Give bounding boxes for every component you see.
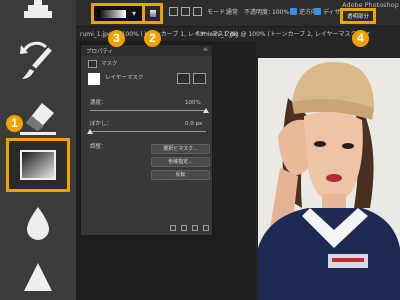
canvas-margin	[212, 41, 256, 300]
tool-palette	[0, 0, 76, 300]
callout-4: 4	[352, 30, 369, 47]
sharpen-tool-icon[interactable]	[6, 250, 70, 300]
layer-mask-label: レイヤーマスク	[105, 75, 144, 81]
load-selection-icon[interactable]	[170, 225, 176, 231]
reflected-gradient-icon[interactable]	[193, 7, 202, 16]
reverse-checkbox[interactable]	[290, 8, 297, 15]
gradient-preview	[98, 10, 126, 18]
feather-slider-handle[interactable]	[87, 129, 93, 134]
angle-gradient-icon[interactable]	[181, 7, 190, 16]
density-slider-track[interactable]	[90, 110, 206, 111]
opacity-label: 不透明度：	[244, 9, 275, 16]
callout-1: 1	[6, 115, 23, 132]
feather-value[interactable]: 0.0 px	[185, 121, 202, 128]
feather-label: ぼかし：	[90, 121, 113, 127]
density-value[interactable]: 100%	[185, 100, 201, 107]
panel-header: プロパティ ≡	[81, 45, 212, 56]
opacity-input[interactable]: 100%	[272, 8, 289, 17]
mask-section-label: マスク	[101, 61, 118, 67]
properties-panel: プロパティ ≡ マスク レイヤーマスク 濃度： 100% ぼかし： 0.0 px…	[80, 44, 213, 236]
transparency-option-button[interactable]: 透明部分	[340, 8, 376, 24]
density-slider-handle[interactable]	[203, 108, 209, 113]
panel-title: プロパティ	[86, 49, 114, 55]
adjust-label: 調整：	[90, 144, 107, 150]
chevron-down-icon: ▾	[132, 9, 137, 18]
tab-document-2[interactable]: fumiami_1.jpg @ 100% (トーンカーブ 2, レイヤーマスク/…	[196, 29, 370, 38]
select-pixel-mask-icon[interactable]	[177, 73, 190, 84]
blur-tool-icon[interactable]	[6, 196, 70, 250]
trash-icon[interactable]	[203, 225, 209, 231]
options-bar: ▾ モード： 通常 不透明度： 100% 逆方向 ディザ Adobe Photo…	[76, 0, 400, 27]
callout-2: 2	[144, 30, 161, 47]
layer-mask-thumbnail	[88, 73, 100, 85]
color-range-button[interactable]: 色域指定...	[151, 157, 210, 167]
density-label: 濃度：	[90, 100, 107, 106]
gradient-picker[interactable]: ▾	[91, 3, 149, 24]
linear-gradient-button[interactable]	[142, 3, 163, 24]
callout-3: 3	[108, 30, 125, 47]
linear-gradient-icon	[150, 10, 156, 17]
radial-gradient-icon[interactable]	[169, 7, 178, 16]
stamp-tool-icon[interactable]	[6, 0, 70, 30]
mask-icon	[88, 60, 97, 68]
portrait-photo	[258, 58, 400, 300]
history-brush-tool-icon[interactable]	[6, 34, 70, 88]
feather-slider-track[interactable]	[90, 131, 206, 132]
dither-label: ディザ	[323, 9, 341, 16]
transparency-label: 透明部分	[346, 14, 369, 20]
dither-checkbox[interactable]	[314, 8, 321, 15]
visibility-icon[interactable]	[192, 225, 198, 231]
panel-menu-icon[interactable]: ≡	[203, 46, 208, 53]
add-vector-mask-icon[interactable]	[193, 73, 206, 84]
apply-mask-icon[interactable]	[181, 225, 187, 231]
invert-button[interactable]: 反転	[151, 170, 210, 180]
gradient-tool-icon[interactable]	[6, 138, 70, 192]
mode-select[interactable]: 通常	[226, 8, 238, 17]
select-and-mask-button[interactable]: 選択とマスク...	[151, 144, 210, 154]
